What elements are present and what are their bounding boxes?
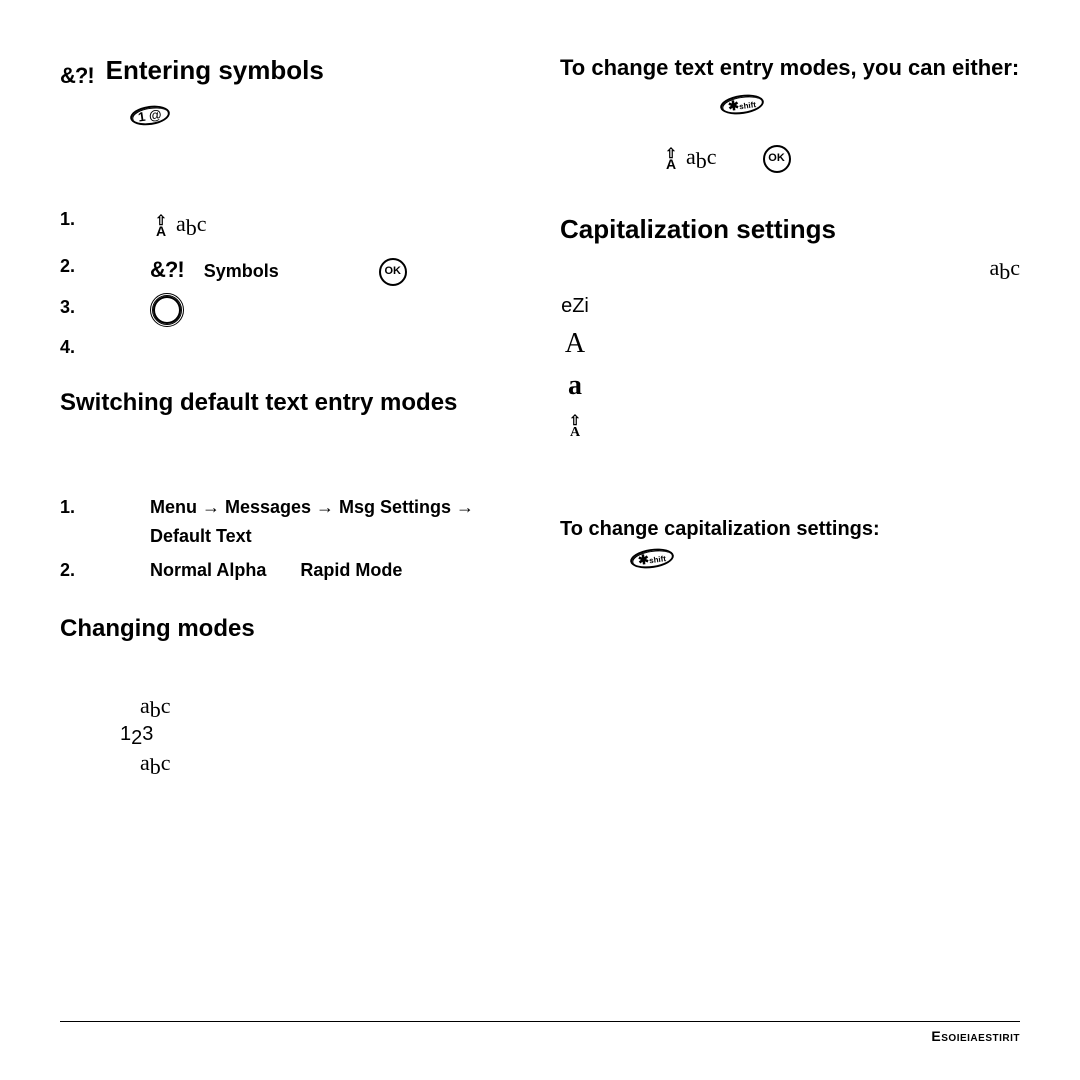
abc-icon: abc xyxy=(989,255,1020,285)
shift-abc-icon: ⇧A abc xyxy=(660,144,717,174)
step-2: &?! Symbols OK xyxy=(60,252,520,287)
left-column: &?! Entering symbols 1 @ ⇧A abc &?! Symb… xyxy=(60,55,520,780)
heading-entering-symbols: &?! Entering symbols xyxy=(60,55,520,96)
mode-indicator-row: ⇧A abc OK xyxy=(660,144,1020,174)
cap-row-lower: a xyxy=(560,370,1020,402)
right-column: To change text entry modes, you can eith… xyxy=(560,55,1020,780)
symbols-icon: &?! xyxy=(150,257,184,282)
nav-ring-icon xyxy=(150,293,184,327)
switching-step-1: Menu → Messages → Msg Settings → Default… xyxy=(60,493,520,551)
step-1: ⇧A abc xyxy=(60,205,520,246)
entering-symbols-steps: ⇧A abc &?! Symbols OK xyxy=(60,205,520,359)
switching-step-2: Normal Alpha Rapid Mode xyxy=(60,556,520,585)
heading-changing-modes: Changing modes xyxy=(60,615,520,643)
lead-change-modes: To change text entry modes, you can eith… xyxy=(560,55,1020,81)
cap-row-ezi: eZi xyxy=(560,295,1020,318)
abc-icon: abc xyxy=(140,750,171,775)
shift-a-icon: ⇧A xyxy=(564,417,586,439)
cap-row-upper: A xyxy=(560,328,1020,360)
page-footer: Esoieiaestirit xyxy=(60,1021,1020,1044)
heading-capitalization: Capitalization settings xyxy=(560,214,1020,245)
symbols-icon: &?! xyxy=(60,63,94,89)
cap-row-shift: ⇧A xyxy=(560,412,1020,444)
key-1-graphic: 1 @ xyxy=(130,106,520,125)
key-1-icon: 1 @ xyxy=(129,103,171,127)
ok-key-icon: OK xyxy=(379,258,407,286)
ok-key-icon: OK xyxy=(763,145,791,173)
shift-key-icon: ✱shift xyxy=(629,546,675,571)
switching-steps: Menu → Messages → Msg Settings → Default… xyxy=(60,493,520,585)
shift-abc-icon: ⇧A abc xyxy=(150,206,207,245)
heading-switching-modes: Switching default text entry modes xyxy=(60,389,520,417)
abc-icon: abc xyxy=(140,693,171,718)
mode-icons-block: abc 123 abc xyxy=(120,693,520,780)
step-3 xyxy=(60,293,520,327)
123-icon: 123 xyxy=(120,723,153,745)
heading-change-cap: To change capitalization settings: xyxy=(560,518,1020,541)
step-4 xyxy=(60,333,520,359)
shift-key-icon: ✱shift xyxy=(719,92,765,117)
